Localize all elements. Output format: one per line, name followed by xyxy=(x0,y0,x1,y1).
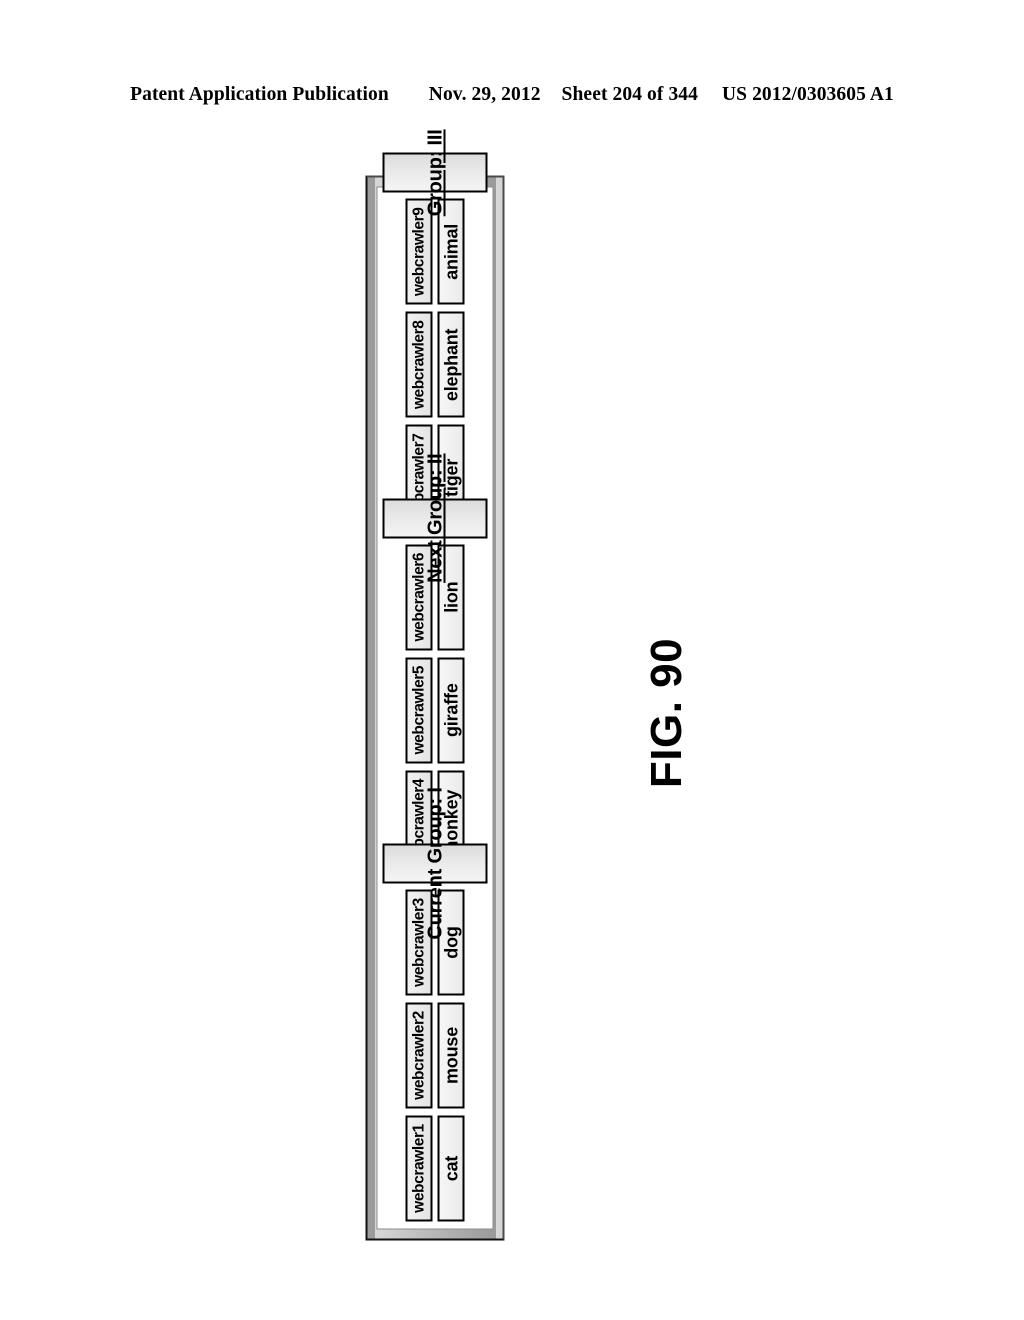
crawler-chip[interactable]: webcrawler5 xyxy=(405,656,432,763)
document-number: US 2012/0303605 A1 xyxy=(721,84,894,105)
group-panel-1: webcrawler1 webcrawler2 webcrawler3 cat … xyxy=(382,787,487,1221)
group-label-text: Current Group: I xyxy=(423,786,446,940)
keyword-chip[interactable]: mouse xyxy=(437,1002,464,1108)
group-label-text: Group: III xyxy=(423,128,446,216)
group-3-label[interactable]: Group: III xyxy=(382,129,487,216)
app-window: webcrawler1 webcrawler2 webcrawler3 cat … xyxy=(365,129,504,1240)
crawler-chip[interactable]: webcrawler1 xyxy=(405,1115,432,1221)
crawler-chip[interactable]: webcrawler2 xyxy=(405,1002,432,1108)
publication-date: Nov. 29, 2012 xyxy=(428,84,541,105)
group-2-label[interactable]: Next Group: II xyxy=(382,453,487,582)
group-1-label: Current Group: I xyxy=(382,787,487,939)
page-header: Patent Application Publication Nov. 29, … xyxy=(0,84,1024,106)
window-content-area: webcrawler1 webcrawler2 webcrawler3 cat … xyxy=(376,129,493,1229)
publication-title: Patent Application Publication xyxy=(130,84,389,105)
keyword-chip[interactable]: giraffe xyxy=(437,656,464,763)
group-label-text: Next Group: II xyxy=(423,452,446,583)
figure-drawing: webcrawler1 webcrawler2 webcrawler3 cat … xyxy=(365,129,504,1240)
figure-caption-text: FIG. 90 xyxy=(642,637,691,789)
sheet-number: Sheet 204 of 344 xyxy=(561,84,699,105)
keyword-chip[interactable]: cat xyxy=(437,1115,464,1221)
crawler-chip[interactable]: webcrawler8 xyxy=(405,311,432,418)
keyword-chip[interactable]: elephant xyxy=(437,311,464,418)
figure-caption: FIG. 90 xyxy=(602,618,732,808)
